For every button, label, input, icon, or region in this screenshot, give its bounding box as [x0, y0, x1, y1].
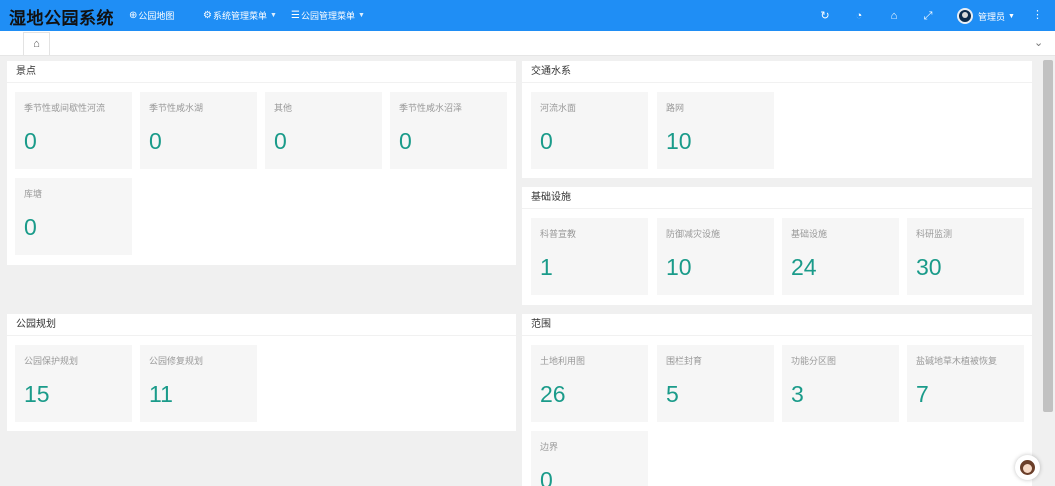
stat-label: 路网 — [666, 103, 685, 113]
caret-down-icon: ▼ — [357, 12, 365, 19]
stat-value: 15 — [24, 381, 50, 407]
stat-value: 0 — [24, 128, 37, 154]
user-name: 管理员 — [978, 11, 1006, 22]
stat-label: 防御减灾设施 — [666, 229, 721, 239]
panel-traffic-water: 交通水系 河流水面 0 路网 10 — [522, 61, 1032, 178]
stat-card[interactable]: 土地利用图 26 — [531, 345, 648, 422]
nav-label: 系统管理菜单 — [212, 11, 267, 21]
stat-label: 其他 — [274, 103, 293, 113]
stat-label: 盐碱地草木植被恢复 — [916, 356, 998, 366]
stat-value: 7 — [916, 381, 929, 407]
stat-card[interactable]: 季节性或间歇性河流 0 — [15, 92, 132, 169]
stat-value: 11 — [149, 381, 173, 407]
stat-value: 30 — [916, 254, 942, 280]
stat-label: 季节性或间歇性河流 — [24, 103, 106, 113]
stat-label: 功能分区图 — [791, 356, 837, 366]
home-icon: ⌂ — [33, 38, 40, 50]
stat-value: 0 — [540, 128, 553, 154]
panel-scenic-spots: 景点 季节性或间歇性河流 0 季节性咸水湖 0 其他 0 季节性咸水沼泽 0 库… — [7, 61, 516, 265]
stat-value: 5 — [666, 381, 679, 407]
stat-label: 基础设施 — [791, 229, 828, 239]
stat-card[interactable]: 边界 0 — [531, 431, 648, 486]
stat-value: 10 — [666, 254, 692, 280]
assistant-face-icon — [1020, 460, 1035, 475]
stat-label: 土地利用图 — [540, 356, 586, 366]
stat-label: 边界 — [540, 442, 559, 452]
stat-label: 围栏封育 — [666, 356, 703, 366]
panel-title: 交通水系 — [522, 61, 1032, 83]
stat-value: 24 — [791, 254, 817, 280]
stat-label: 公园修复规划 — [149, 356, 204, 366]
panel-infrastructure: 基础设施 科普宣教 1 防御减灾设施 10 基础设施 24 科研监测 30 — [522, 187, 1032, 305]
stat-label: 季节性咸水湖 — [149, 103, 204, 113]
nav-park-menu[interactable]: ☰ 公园管理菜单 ▼ — [291, 0, 365, 31]
stat-value: 3 — [791, 381, 804, 407]
stat-value: 1 — [540, 254, 553, 280]
stat-card[interactable]: 公园修复规划 11 — [140, 345, 257, 422]
gear-icon: ⚙ — [203, 10, 212, 21]
stat-card[interactable]: 基础设施 24 — [782, 218, 899, 295]
tag-icon[interactable]: ⌂ — [887, 9, 901, 23]
stat-card[interactable]: 盐碱地草木植被恢复 7 — [907, 345, 1024, 422]
stat-card[interactable]: 围栏封育 5 — [657, 345, 774, 422]
brand-title: 湿地公园系统 — [9, 9, 114, 28]
panel-title: 范围 — [522, 314, 1032, 336]
theme-icon[interactable]: ◔ — [852, 9, 866, 23]
user-menu[interactable]: 管理员 ▼ — [957, 7, 1015, 25]
panel-title: 基础设施 — [522, 187, 1032, 209]
fullscreen-icon[interactable]: ⤢ — [921, 9, 935, 23]
avatar — [957, 8, 973, 24]
stat-card[interactable]: 功能分区图 3 — [782, 345, 899, 422]
panel-scope: 范围 土地利用图 26 围栏封育 5 功能分区图 3 盐碱地草木植被恢复 7 边… — [522, 314, 1032, 486]
scrollbar-thumb[interactable] — [1043, 60, 1053, 412]
stat-card[interactable]: 其他 0 — [265, 92, 382, 169]
stat-card[interactable]: 库塘 0 — [15, 178, 132, 255]
more-icon[interactable]: ⋮ — [1032, 8, 1043, 21]
stat-label: 公园保护规划 — [24, 356, 79, 366]
stat-value: 0 — [540, 467, 553, 486]
refresh-icon[interactable]: ↻ — [818, 9, 832, 23]
globe-icon: ⊕ — [129, 10, 138, 21]
stat-card[interactable]: 科研监测 30 — [907, 218, 1024, 295]
stat-label: 科研监测 — [916, 229, 953, 239]
panel-title: 公园规划 — [7, 314, 516, 336]
stat-value: 0 — [24, 214, 37, 240]
tab-home[interactable]: ⌂ — [23, 32, 50, 55]
nav-label: 公园地图 — [138, 11, 175, 21]
panel-title: 景点 — [7, 61, 516, 83]
assistant-avatar-button[interactable] — [1015, 455, 1040, 480]
top-navbar: 湿地公园系统 ⊕ 公园地图 ⚙ 系统管理菜单 ▼ ☰ 公园管理菜单 ▼ ↻ ◔ … — [0, 0, 1055, 31]
panel-park-planning: 公园规划 公园保护规划 15 公园修复规划 11 — [7, 314, 516, 431]
stat-card[interactable]: 科普宣教 1 — [531, 218, 648, 295]
stat-label: 季节性咸水沼泽 — [399, 103, 463, 113]
stat-card[interactable]: 季节性咸水湖 0 — [140, 92, 257, 169]
stat-card[interactable]: 路网 10 — [657, 92, 774, 169]
tab-dropdown-icon[interactable]: ⌄ — [1034, 36, 1043, 49]
nav-system-menu[interactable]: ⚙ 系统管理菜单 ▼ — [203, 0, 277, 31]
stat-label: 河流水面 — [540, 103, 577, 113]
stat-card[interactable]: 季节性咸水沼泽 0 — [390, 92, 507, 169]
tab-bar: ⌂ ⌄ — [0, 31, 1055, 56]
list-icon: ☰ — [291, 10, 300, 21]
stat-value: 26 — [540, 381, 566, 407]
stat-label: 科普宣教 — [540, 229, 577, 239]
stat-value: 10 — [666, 128, 692, 154]
stat-card[interactable]: 防御减灾设施 10 — [657, 218, 774, 295]
stat-value: 0 — [399, 128, 412, 154]
stat-card[interactable]: 河流水面 0 — [531, 92, 648, 169]
stat-value: 0 — [149, 128, 162, 154]
caret-down-icon: ▼ — [269, 12, 277, 19]
nav-park-map[interactable]: ⊕ 公园地图 — [129, 0, 174, 31]
stat-value: 0 — [274, 128, 287, 154]
stat-card[interactable]: 公园保护规划 15 — [15, 345, 132, 422]
nav-label: 公园管理菜单 — [300, 11, 355, 21]
caret-down-icon: ▼ — [1008, 12, 1015, 20]
stat-label: 库塘 — [24, 189, 43, 199]
